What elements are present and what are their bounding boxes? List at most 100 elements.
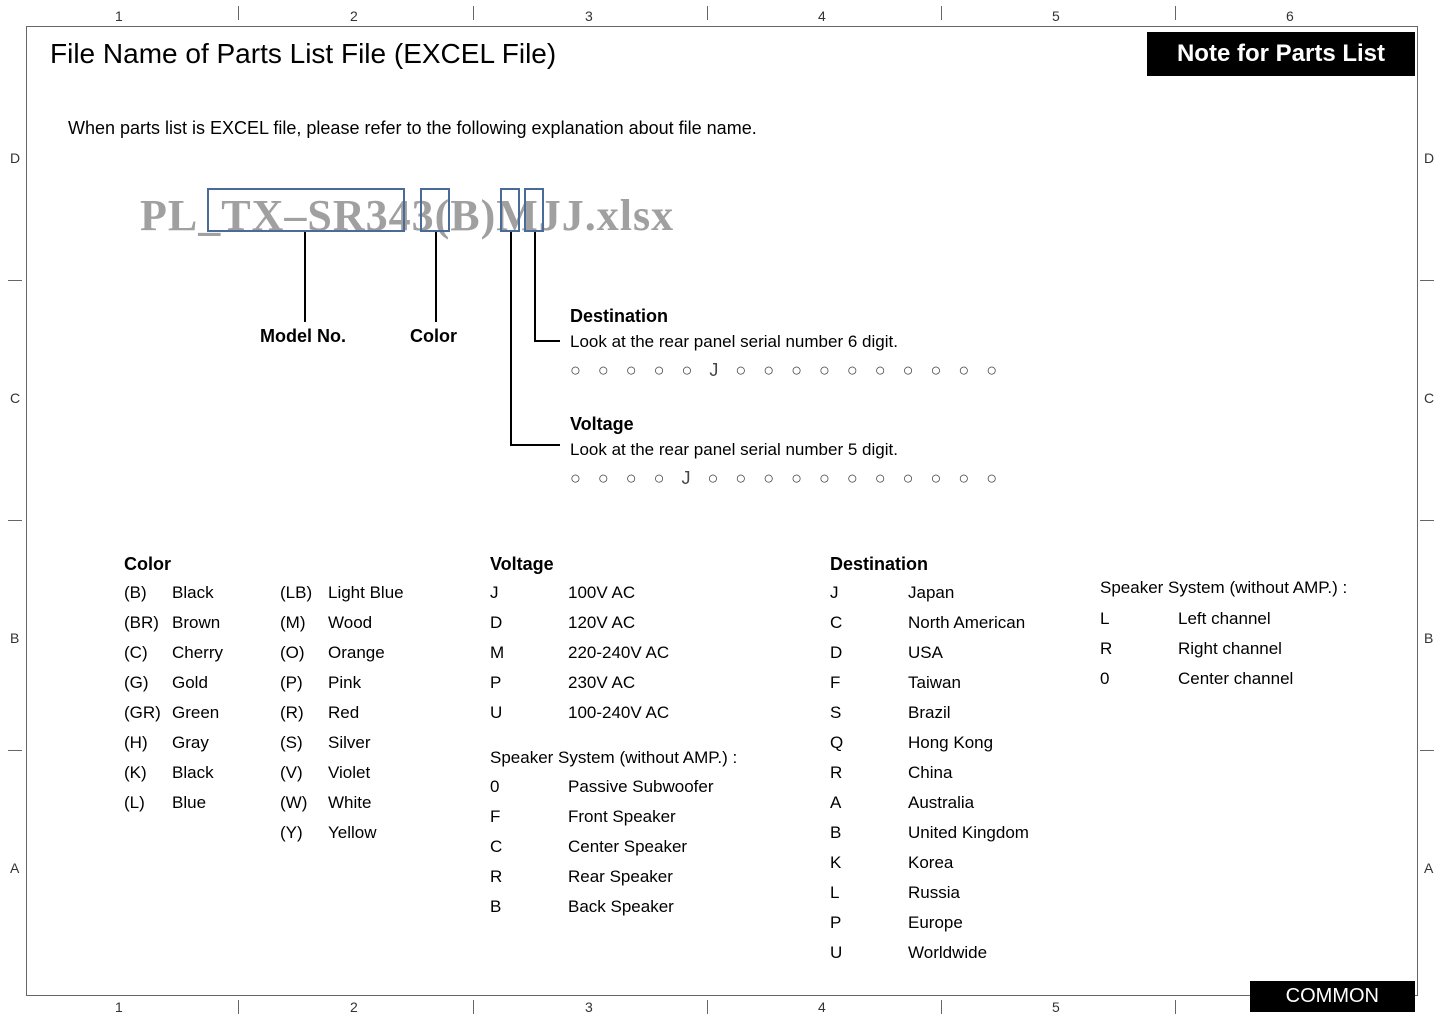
code-value: Red [328,698,359,728]
bot-tick [707,1000,708,1014]
page-frame [26,26,1418,996]
code-value: Center Speaker [568,832,687,862]
code-key: (V) [280,758,328,788]
code-key: C [490,832,568,862]
note-badge: Note for Parts List [1147,32,1415,76]
code-key: (G) [124,668,172,698]
code-value: White [328,788,371,818]
code-row: (S)Silver [280,728,404,758]
code-value: Left channel [1178,604,1271,634]
code-value: Green [172,698,219,728]
code-row: (W)White [280,788,404,818]
speaker-dest-head: Speaker System (without AMP.) : [1100,578,1347,598]
code-row: (Y)Yellow [280,818,404,848]
code-row: (C)Cherry [124,638,223,668]
code-key: (B) [124,578,172,608]
colnum-top-6: 6 [1286,8,1294,24]
code-value: Yellow [328,818,377,848]
code-value: Gold [172,668,208,698]
code-key: (C) [124,638,172,668]
code-key: 0 [490,772,568,802]
code-value: Right channel [1178,634,1282,664]
code-value: Passive Subwoofer [568,772,714,802]
code-key: B [490,892,568,922]
code-row: RChina [830,758,1029,788]
code-row: LRussia [830,878,1029,908]
code-key: (K) [124,758,172,788]
code-row: SBrazil [830,698,1029,728]
code-value: Black [172,578,214,608]
code-value: Light Blue [328,578,404,608]
code-value: Australia [908,788,974,818]
code-key: (S) [280,728,328,758]
code-value: Cherry [172,638,223,668]
box-color [420,188,450,232]
color-codes-col1: (B)Black(BR)Brown(C)Cherry(G)Gold(GR)Gre… [124,578,223,818]
destination-codes: JJapanCNorth AmericanDUSAFTaiwanSBrazilQ… [830,578,1029,968]
code-value: 120V AC [568,608,635,638]
code-key: M [490,638,568,668]
destination-desc: Look at the rear panel serial number 6 d… [570,332,898,352]
code-value: Worldwide [908,938,987,968]
code-key: (BR) [124,608,172,638]
code-value: North American [908,608,1025,638]
code-key: B [830,818,908,848]
common-badge: COMMON [1250,981,1415,1012]
code-value: 230V AC [568,668,635,698]
code-row: P Europe [830,908,1029,938]
code-value: Brazil [908,698,951,728]
code-row: BBack Speaker [490,892,714,922]
box-destination [524,188,544,232]
code-row: D120V AC [490,608,669,638]
box-model-no [207,188,405,232]
code-row: (BR)Brown [124,608,223,638]
code-key: (M) [280,608,328,638]
code-row: (O)Orange [280,638,404,668]
code-value: Black [172,758,214,788]
colnum-bot-4: 4 [818,999,826,1015]
code-key: J [830,578,908,608]
rowlbl-left-C: C [10,390,20,406]
rowlbl-left-B: B [10,630,19,646]
code-key: D [490,608,568,638]
code-row: (R)Red [280,698,404,728]
destination-serial-pattern: ○ ○ ○ ○ ○ J ○ ○ ○ ○ ○ ○ ○ ○ ○ ○ [570,360,1003,381]
code-key: (L) [124,788,172,818]
code-value: Hong Kong [908,728,993,758]
code-key: (P) [280,668,328,698]
colnum-top-2: 2 [350,8,358,24]
right-tick [1420,280,1434,281]
color-codes-col2: (LB)Light Blue(M)Wood(O)Orange(P)Pink(R)… [280,578,404,848]
code-row: 0Center channel [1100,664,1293,694]
section-color-head: Color [124,554,171,575]
speaker-dest-codes: LLeft channelRRight channel0Center chann… [1100,604,1293,694]
label-destination: Destination [570,306,668,327]
top-tick [473,6,474,20]
code-key: (R) [280,698,328,728]
code-row: QHong Kong [830,728,1029,758]
code-value: Gray [172,728,209,758]
code-key: U [830,938,908,968]
code-row: (P)Pink [280,668,404,698]
code-key: D [830,638,908,668]
code-value: Front Speaker [568,802,676,832]
page-title: File Name of Parts List File (EXCEL File… [50,38,556,70]
code-value: Taiwan [908,668,961,698]
section-destination-head: Destination [830,554,928,575]
leader-model [304,232,306,322]
code-key: R [1100,634,1178,664]
speaker-voltage-codes: 0Passive SubwooferFFront SpeakerCCenter … [490,772,714,922]
rowlbl-right-B: B [1424,630,1433,646]
colnum-bot-1: 1 [115,999,123,1015]
code-value: 100V AC [568,578,635,608]
code-key: U [490,698,568,728]
code-key: K [830,848,908,878]
code-value: Center channel [1178,664,1293,694]
code-row: CCenter Speaker [490,832,714,862]
code-row: JJapan [830,578,1029,608]
code-value: Brown [172,608,220,638]
code-value: Pink [328,668,361,698]
code-key: R [490,862,568,892]
code-key: R [830,758,908,788]
code-value: Russia [908,878,960,908]
